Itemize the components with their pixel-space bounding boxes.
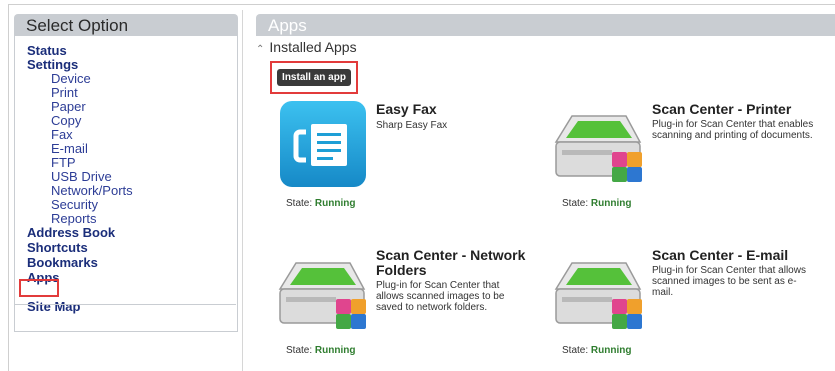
app-state-label: State: bbox=[286, 345, 313, 356]
nav-settings-security[interactable]: Security bbox=[51, 198, 98, 212]
scanner-icon bbox=[554, 115, 642, 182]
left-panel-title: Select Option bbox=[26, 16, 129, 35]
nav-settings-email[interactable]: E-mail bbox=[51, 142, 88, 156]
main-panel: Apps ⌃ Installed Apps Install an app Easy… bbox=[246, 10, 835, 371]
scanner-icon bbox=[554, 262, 642, 329]
nav-settings-network-ports[interactable]: Network/Ports bbox=[51, 184, 133, 198]
nav-divider bbox=[14, 304, 236, 305]
nav-settings-usb-drive[interactable]: USB Drive bbox=[51, 170, 112, 184]
install-button-highlight: Install an app bbox=[270, 61, 358, 94]
app-state: State: Running bbox=[286, 345, 355, 356]
app-state: State: Running bbox=[562, 345, 631, 356]
installed-apps-toggle[interactable]: ⌃ Installed Apps bbox=[256, 39, 357, 55]
app-state-value: Running bbox=[590, 345, 632, 356]
nav-settings-ftp[interactable]: FTP bbox=[51, 156, 76, 170]
app-description: Plug-in for Scan Center that enables sca… bbox=[652, 119, 814, 141]
fax-app-icon bbox=[280, 101, 366, 187]
nav-settings-paper[interactable]: Paper bbox=[51, 100, 86, 114]
nav-status[interactable]: Status bbox=[27, 44, 67, 58]
apps-highlight-box bbox=[19, 279, 59, 297]
app-state-label: State: bbox=[562, 345, 589, 356]
left-panel-header: Select Option bbox=[14, 14, 238, 36]
app-description: Sharp Easy Fax bbox=[376, 120, 448, 131]
app-state: State: Running bbox=[562, 198, 631, 209]
app-state-value: Running bbox=[590, 198, 632, 209]
nav-address-book[interactable]: Address Book bbox=[27, 226, 115, 240]
install-app-button[interactable]: Install an app bbox=[277, 69, 351, 86]
app-state-value: Running bbox=[314, 345, 356, 356]
nav-shortcuts[interactable]: Shortcuts bbox=[27, 241, 88, 255]
main-panel-header: Apps bbox=[256, 14, 835, 36]
nav-settings-print[interactable]: Print bbox=[51, 86, 78, 100]
nav-bookmarks[interactable]: Bookmarks bbox=[27, 256, 98, 270]
app-state-value: Running bbox=[314, 198, 356, 209]
nav-settings[interactable]: Settings bbox=[27, 58, 78, 72]
chevron-up-icon: ⌃ bbox=[256, 44, 265, 55]
app-description: Plug-in for Scan Center that allows scan… bbox=[376, 280, 505, 313]
app-description: Plug-in for Scan Center that allows scan… bbox=[652, 265, 806, 298]
scanner-icon bbox=[278, 262, 366, 329]
app-name: Scan Center - Printer bbox=[652, 101, 792, 117]
nav-settings-fax[interactable]: Fax bbox=[51, 128, 73, 142]
nav-site-map[interactable]: Site Map bbox=[27, 300, 80, 314]
app-name: Easy Fax bbox=[376, 101, 437, 117]
main-panel-title: Apps bbox=[268, 16, 307, 35]
installed-apps-label: Installed Apps bbox=[269, 39, 357, 55]
nav-settings-device[interactable]: Device bbox=[51, 72, 91, 86]
app-state: State: Running bbox=[286, 198, 355, 209]
app-name: Scan Center - E-mail bbox=[652, 247, 789, 263]
app-state-label: State: bbox=[286, 198, 313, 209]
nav-settings-copy[interactable]: Copy bbox=[51, 114, 81, 128]
left-panel: Select Option Status Settings Device Pri… bbox=[10, 10, 243, 371]
nav-settings-reports[interactable]: Reports bbox=[51, 212, 97, 226]
app-name: Scan Center - Network Folders bbox=[376, 247, 526, 278]
app-state-label: State: bbox=[562, 198, 589, 209]
